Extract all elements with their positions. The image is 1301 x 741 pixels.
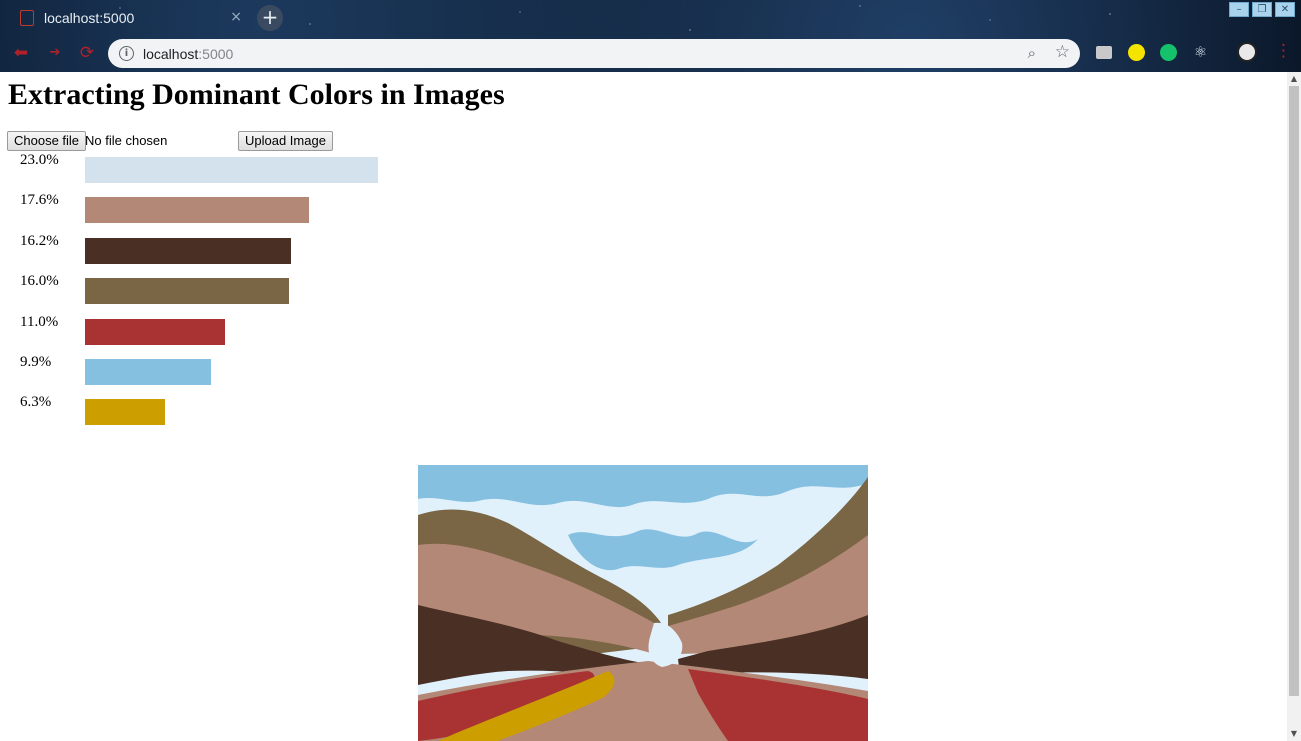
tab-title: localhost:5000 xyxy=(44,10,135,26)
color-bar xyxy=(85,318,226,345)
forward-arrow-icon[interactable]: ➔ xyxy=(44,42,66,64)
percentage-label: 16.2% xyxy=(20,232,59,249)
color-bar-row: 16.0% xyxy=(0,273,420,305)
profile-avatar-icon[interactable] xyxy=(1237,42,1257,62)
url-host: localhost xyxy=(143,45,199,62)
window-controls: – ❐ ✕ xyxy=(1229,2,1295,17)
reload-icon[interactable]: ⟳ xyxy=(76,42,98,64)
percentage-label: 23.0% xyxy=(20,152,59,168)
upload-image-button[interactable]: Upload Image xyxy=(238,131,333,151)
site-info-icon[interactable]: i xyxy=(119,46,134,61)
bookmark-star-icon[interactable]: ☆ xyxy=(1055,42,1070,62)
scroll-down-arrow-icon[interactable]: ▼ xyxy=(1287,729,1301,739)
zoom-icon[interactable]: ⌕ xyxy=(1028,44,1036,62)
page-favicon-icon xyxy=(20,10,34,26)
restore-button[interactable]: ❐ xyxy=(1252,2,1272,17)
scroll-up-arrow-icon[interactable]: ▲ xyxy=(1287,74,1301,84)
browser-chrome: localhost:5000 × + – ❐ ✕ ⬅ ➔ ⟳ i localho… xyxy=(0,0,1301,72)
vertical-scrollbar[interactable]: ▲ ▼ xyxy=(1287,72,1301,741)
percentage-label: 9.9% xyxy=(20,354,52,370)
browser-menu-icon[interactable]: ⋮ xyxy=(1275,41,1292,61)
choose-file-button[interactable]: Choose file xyxy=(7,131,87,151)
scroll-thumb[interactable] xyxy=(1289,86,1299,696)
extension-yellow-icon[interactable] xyxy=(1128,44,1145,61)
color-bar xyxy=(85,359,212,385)
percentage-label: 6.3% xyxy=(20,394,52,411)
percentage-label: 17.6% xyxy=(20,192,59,209)
color-bar xyxy=(85,237,292,264)
address-bar[interactable]: i localhost:5000 ⌕ ☆ xyxy=(108,39,1080,68)
color-bar-row: 23.0% xyxy=(0,152,420,183)
dominant-colors-chart: 23.0% 17.6% 16.2% 16.0% 11.0% 9.9% 6.3% xyxy=(0,152,420,452)
color-bar xyxy=(85,157,378,183)
browser-tab[interactable]: localhost:5000 × xyxy=(8,4,248,32)
color-bar xyxy=(85,278,289,305)
color-bar xyxy=(85,197,310,224)
grammarly-icon[interactable] xyxy=(1160,44,1177,61)
back-arrow-icon[interactable]: ⬅ xyxy=(10,42,32,64)
page-viewport: Extracting Dominant Colors in Images Cho… xyxy=(0,72,1287,741)
color-bar xyxy=(85,399,166,426)
quantized-result-image xyxy=(418,465,868,741)
file-status-text: No file chosen xyxy=(85,133,168,148)
color-bar-row: 9.9% xyxy=(0,354,420,385)
new-tab-button[interactable]: + xyxy=(257,5,283,31)
percentage-label: 11.0% xyxy=(20,313,59,330)
close-tab-icon[interactable]: × xyxy=(230,9,242,25)
close-window-button[interactable]: ✕ xyxy=(1275,2,1295,17)
percentage-label: 16.0% xyxy=(20,273,59,290)
page-title: Extracting Dominant Colors in Images xyxy=(8,78,505,111)
minimize-button[interactable]: – xyxy=(1229,2,1249,17)
color-bar-row: 16.2% xyxy=(0,232,420,264)
react-devtools-icon[interactable]: ⚛ xyxy=(1192,44,1209,61)
extension-image-icon[interactable] xyxy=(1096,46,1112,59)
color-bar-row: 17.6% xyxy=(0,192,420,224)
color-bar-row: 11.0% xyxy=(0,313,420,345)
url-port: :5000 xyxy=(198,45,234,62)
color-bar-row: 6.3% xyxy=(0,394,420,426)
navigation-bar: ⬅ ➔ ⟳ i localhost:5000 ⌕ ☆ ⚛ ⋮ xyxy=(0,36,1301,70)
